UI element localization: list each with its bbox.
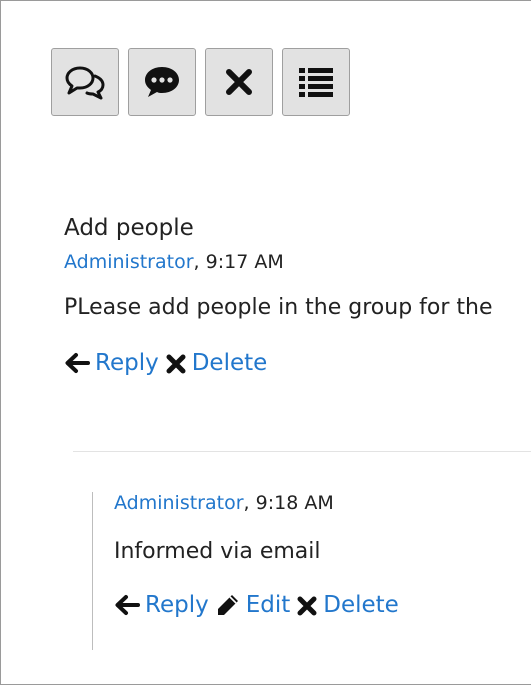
pencil-icon — [217, 595, 238, 615]
close-icon — [166, 354, 186, 374]
comments-button[interactable] — [51, 48, 119, 116]
divider — [73, 451, 531, 452]
comments-icon — [65, 64, 105, 100]
reply-body: Informed via email — [114, 539, 321, 564]
close-button[interactable] — [205, 48, 273, 116]
close-icon — [224, 67, 254, 97]
post-title: Add people — [64, 215, 194, 241]
reply-indent-rule — [92, 492, 93, 650]
reply-author-link[interactable]: Administrator — [114, 492, 244, 514]
reply-edit-label: Edit — [245, 592, 291, 618]
post-author-link[interactable]: Administrator — [64, 251, 194, 273]
reply-reply-link[interactable]: Reply — [114, 592, 209, 618]
post-delete-link[interactable]: Delete — [165, 350, 268, 376]
close-icon — [297, 596, 317, 616]
post-delete-label: Delete — [191, 350, 268, 376]
comment-button[interactable] — [128, 48, 196, 116]
arrow-left-icon — [65, 353, 90, 373]
list-icon — [298, 66, 334, 98]
post-body: PLease add people in the group for the — [64, 295, 493, 320]
arrow-left-icon — [115, 595, 140, 615]
discussion-toolbar — [51, 48, 350, 116]
post-reply-link[interactable]: Reply — [64, 350, 159, 376]
reply-timestamp: , 9:18 AM — [243, 492, 334, 514]
post-actions: Reply Delete — [64, 350, 273, 376]
comment-icon — [143, 65, 181, 99]
reply-meta: Administrator, 9:18 AM — [114, 492, 334, 514]
post-timestamp: , 9:17 AM — [193, 251, 284, 273]
reply-actions: Reply Edit Delete — [114, 592, 405, 618]
post-meta: Administrator, 9:17 AM — [64, 251, 284, 273]
reply-delete-link[interactable]: Delete — [296, 592, 399, 618]
discussion-panel: Add people Administrator, 9:17 AM PLease… — [0, 0, 531, 685]
post-reply-label: Reply — [95, 350, 159, 376]
reply-delete-label: Delete — [323, 592, 399, 618]
reply-reply-label: Reply — [145, 592, 209, 618]
reply-edit-link[interactable]: Edit — [215, 592, 291, 618]
list-button[interactable] — [282, 48, 350, 116]
